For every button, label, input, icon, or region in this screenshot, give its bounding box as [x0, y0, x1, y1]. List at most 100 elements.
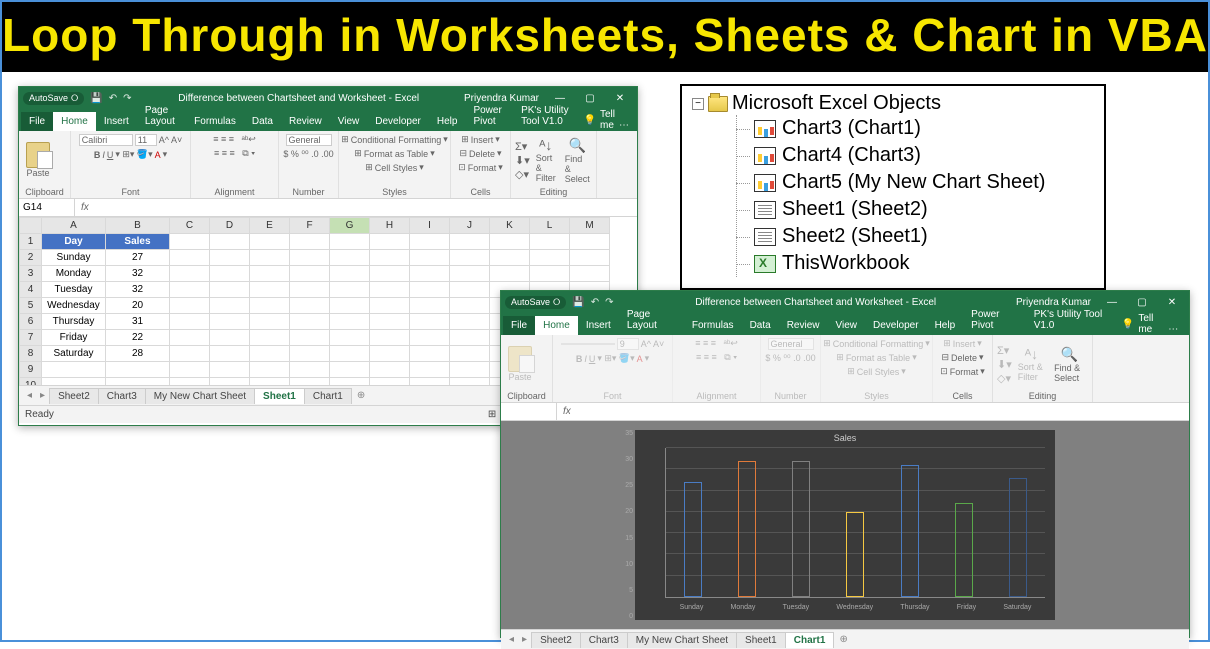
cell[interactable]: Wednesday [42, 298, 106, 314]
col-header-j[interactable]: J [450, 218, 490, 234]
tell-me-search[interactable]: 💡 Tell me ⋯ [1122, 313, 1187, 335]
menu-power-pivot[interactable]: Power Pivot [465, 101, 513, 131]
cell[interactable]: Sunday [42, 250, 106, 266]
sheet-tab[interactable]: Sheet1 [736, 632, 786, 648]
menu-view[interactable]: View [330, 112, 368, 131]
chart-sheet-area[interactable]: Sales 05101520253035 SundayMondayTuesday… [501, 421, 1189, 629]
menu-review[interactable]: Review [779, 316, 828, 335]
cells-format-button[interactable]: ⊡ Format ▾ [458, 162, 503, 173]
cell[interactable]: 27 [106, 250, 170, 266]
tree-item-chart[interactable]: Chart5 (My New Chart Sheet) [736, 169, 1094, 196]
sheet-tab-active[interactable]: Chart1 [785, 632, 835, 648]
chart-bar[interactable] [792, 461, 810, 597]
tab-nav-prev[interactable]: ◂ [23, 390, 36, 401]
add-sheet-button[interactable]: ⊕ [351, 390, 371, 401]
number-format-dropdown[interactable]: General [286, 134, 332, 146]
menu-help[interactable]: Help [429, 112, 466, 131]
col-header-i[interactable]: I [410, 218, 450, 234]
menu-power-pivot[interactable]: Power Pivot [963, 305, 1026, 335]
menu-data[interactable]: Data [244, 112, 281, 131]
tree-item-workbook[interactable]: ThisWorkbook [736, 250, 1094, 277]
autosave-toggle[interactable]: AutoSave ⭘ [505, 296, 566, 309]
conditional-formatting-button[interactable]: ⊞ Conditional Formatting ▾ [341, 134, 448, 145]
menu-home[interactable]: Home [53, 112, 96, 131]
tab-nav-next[interactable]: ▸ [36, 390, 49, 401]
save-icon[interactable]: 💾 [572, 297, 584, 308]
menu-formulas[interactable]: Formulas [684, 316, 742, 335]
menu-data[interactable]: Data [742, 316, 779, 335]
col-header-k[interactable]: K [490, 218, 530, 234]
cell[interactable]: 20 [106, 298, 170, 314]
cell-styles-button[interactable]: ⊞ Cell Styles ▾ [365, 162, 424, 173]
sheet-tab[interactable]: My New Chart Sheet [627, 632, 737, 648]
cell[interactable]: 32 [106, 282, 170, 298]
close-icon[interactable]: ✕ [607, 93, 633, 104]
header-day[interactable]: Day [42, 234, 106, 250]
chart-bar[interactable] [1009, 478, 1027, 597]
redo-icon[interactable]: ↷ [605, 297, 613, 308]
header-sales[interactable]: Sales [106, 234, 170, 250]
col-header-l[interactable]: L [530, 218, 570, 234]
menu-formulas[interactable]: Formulas [186, 112, 244, 131]
name-box[interactable] [501, 403, 557, 420]
menu-help[interactable]: Help [927, 316, 964, 335]
cell[interactable]: 28 [106, 346, 170, 362]
cell[interactable]: Tuesday [42, 282, 106, 298]
sort-filter-button[interactable]: ᴬ↓Sort & Filter [533, 135, 559, 185]
formula-input[interactable] [577, 403, 1189, 420]
autosave-toggle[interactable]: AutoSave ⭘ [23, 92, 84, 105]
menu-page-layout[interactable]: Page Layout [137, 101, 186, 131]
menu-view[interactable]: View [827, 316, 865, 335]
menu-file[interactable]: File [21, 112, 53, 131]
menu-review[interactable]: Review [281, 112, 330, 131]
fx-icon[interactable]: fx [557, 406, 577, 417]
tree-item-chart[interactable]: Chart4 (Chart3) [736, 142, 1094, 169]
chart-bar[interactable] [684, 482, 702, 597]
chart-canvas[interactable]: Sales 05101520253035 SundayMondayTuesday… [635, 430, 1055, 620]
cell[interactable]: Monday [42, 266, 106, 282]
menu-insert[interactable]: Insert [578, 316, 619, 335]
tree-item-sheet[interactable]: Sheet2 (Sheet1) [736, 223, 1094, 250]
cell[interactable]: 22 [106, 330, 170, 346]
normal-view-icon[interactable]: ⊞ [488, 409, 496, 420]
sheet-tab[interactable]: Chart1 [304, 388, 352, 404]
name-box[interactable]: G14 [19, 199, 75, 216]
sheet-tab[interactable]: Sheet2 [49, 388, 99, 404]
menu-page-layout[interactable]: Page Layout [619, 305, 684, 335]
add-sheet-button[interactable]: ⊕ [833, 634, 853, 645]
tab-nav-next[interactable]: ▸ [518, 634, 531, 645]
font-size-dropdown[interactable]: 11 [135, 134, 157, 146]
cells-delete-button[interactable]: ⊟ Delete ▾ [459, 148, 501, 159]
chart-bar[interactable] [738, 461, 756, 597]
cell[interactable]: Saturday [42, 346, 106, 362]
sheet-tab[interactable]: My New Chart Sheet [145, 388, 255, 404]
menu-developer[interactable]: Developer [367, 112, 429, 131]
tree-item-chart[interactable]: Chart3 (Chart1) [736, 115, 1094, 142]
fx-icon[interactable]: fx [75, 202, 95, 213]
tree-collapse-icon[interactable]: − [692, 98, 704, 110]
chart-bar[interactable] [955, 503, 973, 597]
col-header-a[interactable]: A [42, 218, 106, 234]
menu-utility-tool[interactable]: PK's Utility Tool V1.0 [513, 101, 583, 131]
col-header-b[interactable]: B [106, 218, 170, 234]
col-header-g[interactable]: G [330, 218, 370, 234]
col-header-f[interactable]: F [290, 218, 330, 234]
cell[interactable]: Thursday [42, 314, 106, 330]
sheet-tab-active[interactable]: Sheet1 [254, 388, 305, 404]
maximize-icon[interactable]: ▢ [1129, 297, 1155, 308]
undo-icon[interactable]: ↶ [591, 297, 599, 308]
col-header-c[interactable]: C [170, 218, 210, 234]
cell[interactable]: Friday [42, 330, 106, 346]
col-header-m[interactable]: M [570, 218, 610, 234]
tell-me-search[interactable]: 💡 Tell me ⋯ [584, 109, 635, 131]
cells-format-button[interactable]: ⊡ Format ▾ [940, 366, 985, 377]
save-icon[interactable]: 💾 [90, 93, 102, 104]
cell[interactable]: 31 [106, 314, 170, 330]
format-as-table-button[interactable]: ⊞ Format as Table ▾ [354, 148, 434, 159]
cell[interactable]: 32 [106, 266, 170, 282]
sheet-tab[interactable]: Sheet2 [531, 632, 581, 648]
menu-home[interactable]: Home [535, 316, 578, 335]
font-name-dropdown[interactable]: Calibri [79, 134, 133, 146]
tree-item-sheet[interactable]: Sheet1 (Sheet2) [736, 196, 1094, 223]
chart-bar[interactable] [846, 512, 864, 597]
